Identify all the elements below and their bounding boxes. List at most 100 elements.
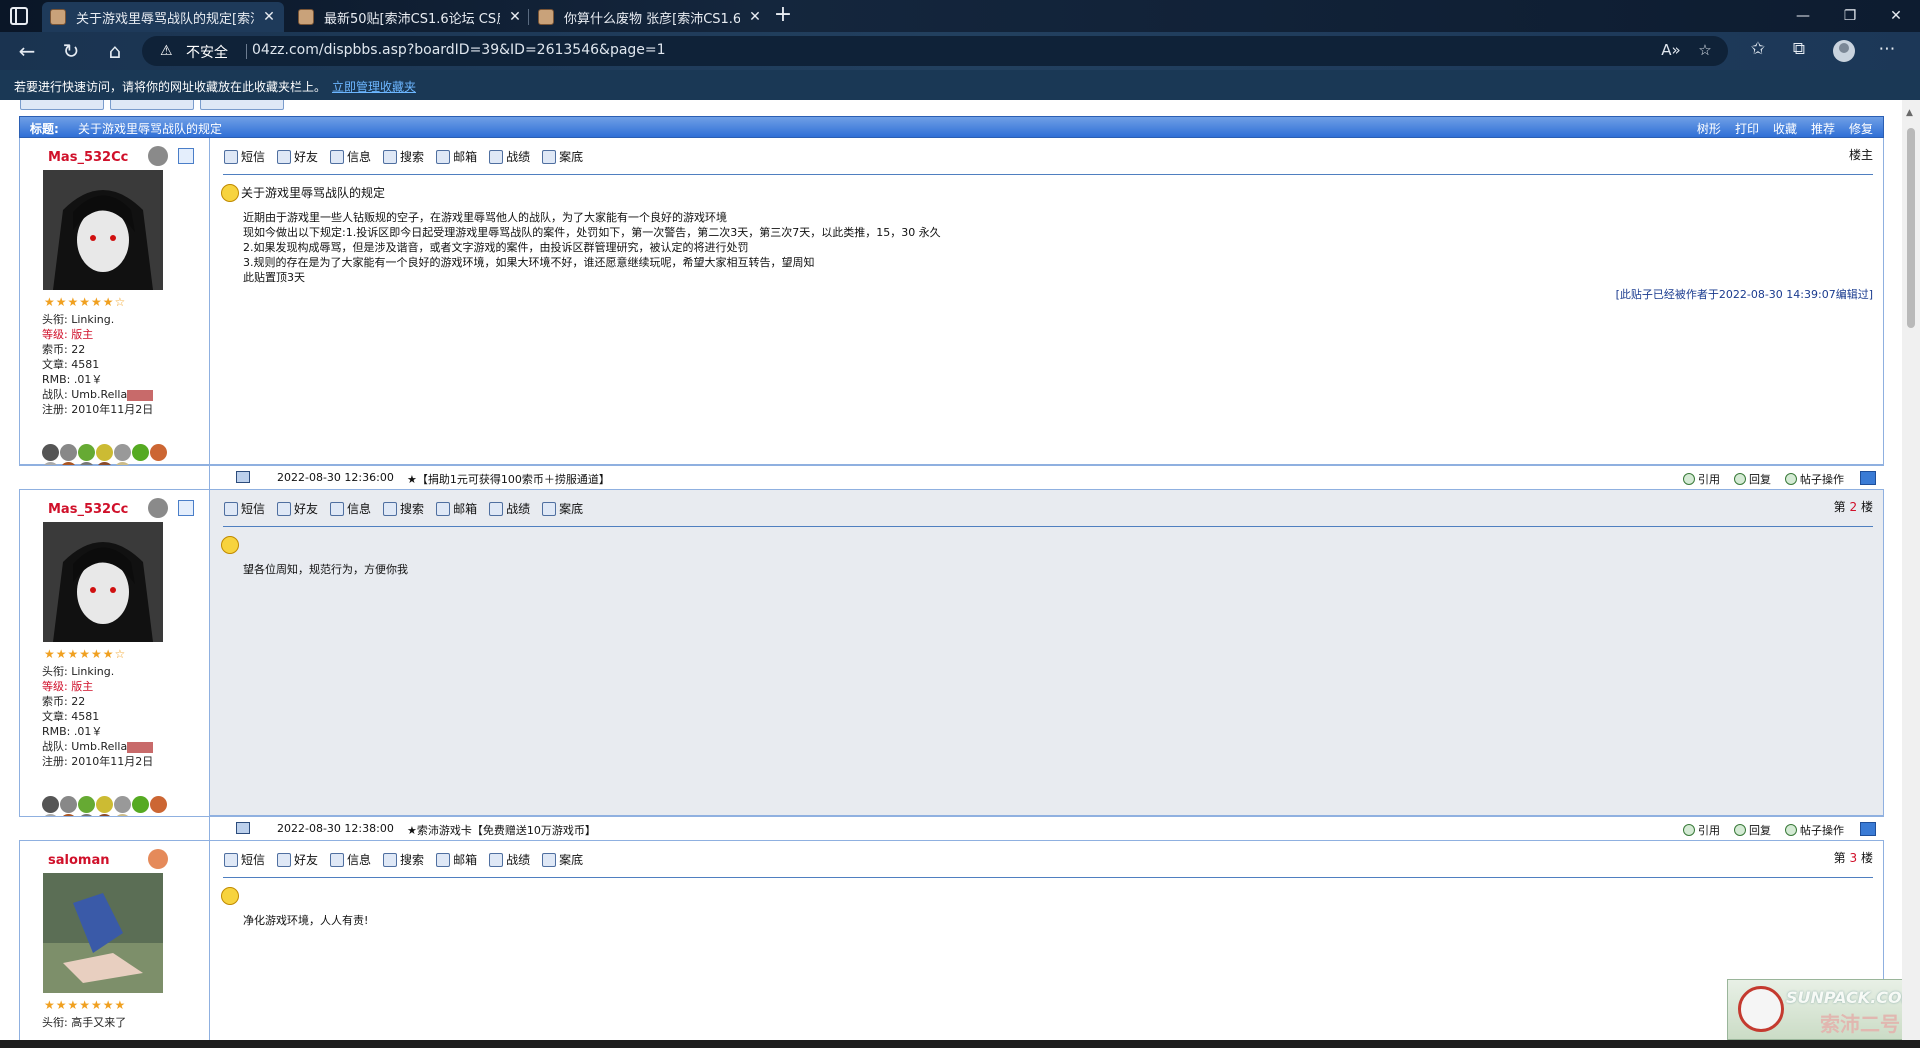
quote-icon: [1683, 824, 1695, 836]
avatar[interactable]: [43, 170, 163, 290]
record-action[interactable]: 案底: [542, 148, 583, 165]
tab-1[interactable]: 关于游戏里辱骂战队的规定[索沛 ✕: [42, 2, 284, 32]
user-team-label: 战队:: [42, 388, 68, 401]
address-bar[interactable]: ⚠ 不安全 04zz.com/dispbbs.asp?boardID=39&ID…: [142, 36, 1728, 66]
stats-action[interactable]: 战绩: [489, 148, 530, 165]
username-link[interactable]: Mas_532Cc: [48, 150, 128, 165]
user-post-count: 4581: [71, 358, 100, 371]
friend-action[interactable]: 好友: [277, 148, 318, 165]
medal-icon: [78, 444, 95, 461]
post-manage-button[interactable]: 帖子操作: [1785, 471, 1844, 487]
user-title: 高手又来了: [71, 1016, 127, 1029]
mail-action[interactable]: 邮箱: [436, 851, 477, 868]
new-poll-button[interactable]: [110, 100, 194, 110]
stats-icon: [489, 501, 504, 516]
new-tab-button[interactable]: +: [770, 3, 796, 29]
medal-icon: [114, 796, 131, 813]
close-tab-icon[interactable]: ✕: [508, 9, 522, 25]
user-rmb: .01￥: [73, 373, 103, 386]
stats-icon: [489, 149, 504, 164]
record-action[interactable]: 案底: [542, 500, 583, 517]
back-icon[interactable]: ←: [12, 37, 42, 65]
quote-button[interactable]: 引用: [1683, 822, 1720, 838]
scroll-up-icon[interactable]: ▲: [1906, 108, 1913, 118]
tab-actions-icon[interactable]: [10, 7, 28, 25]
info-action[interactable]: 信息: [330, 148, 371, 165]
topic-label: 标题:: [30, 122, 59, 136]
user-profile-icon[interactable]: [178, 500, 194, 516]
username-link[interactable]: saloman: [48, 853, 109, 868]
avatar[interactable]: [43, 873, 163, 993]
post-body: 净化游戏环境，人人有责!: [243, 914, 369, 927]
collections-icon[interactable]: ⧉: [1787, 39, 1811, 63]
search-action[interactable]: 搜索: [383, 500, 424, 517]
post-manage-button[interactable]: 帖子操作: [1785, 822, 1844, 838]
info-action[interactable]: 信息: [330, 851, 371, 868]
user-team[interactable]: Umb.Rella: [71, 740, 127, 753]
manage-icon: [1785, 824, 1797, 836]
reply-topic-button[interactable]: [200, 100, 284, 110]
new-topic-button[interactable]: [20, 100, 104, 110]
tree-view-link[interactable]: 树形: [1697, 120, 1721, 137]
read-aloud-icon[interactable]: A»: [1660, 41, 1682, 61]
close-tab-icon[interactable]: ✕: [262, 9, 276, 25]
friend-action[interactable]: 好友: [277, 851, 318, 868]
watermark-text: SUNPACK.COM: [1786, 988, 1918, 1007]
repair-link[interactable]: 修复: [1849, 120, 1873, 137]
message-action[interactable]: 短信: [224, 500, 265, 517]
tab-2[interactable]: 最新50贴[索沛CS1.6论坛 CS反作 ✕: [290, 2, 530, 32]
message-action[interactable]: 短信: [224, 148, 265, 165]
close-tab-icon[interactable]: ✕: [748, 9, 762, 25]
message-action[interactable]: 短信: [224, 851, 265, 868]
tab-3[interactable]: 你算什么废物 张彦[索沛CS1.6论 ✕: [530, 2, 770, 32]
restore-button[interactable]: ❐: [1827, 0, 1873, 32]
team-flag-icon: [127, 741, 154, 753]
home-icon[interactable]: ⌂: [100, 37, 130, 65]
info-action[interactable]: 信息: [330, 500, 371, 517]
avatar[interactable]: [43, 522, 163, 642]
url-text[interactable]: 04zz.com/dispbbs.asp?boardID=39&ID=26135…: [252, 42, 666, 58]
mail-action[interactable]: 邮箱: [436, 500, 477, 517]
refresh-icon[interactable]: ↻: [56, 37, 86, 65]
divider: [223, 174, 1873, 175]
profile-avatar[interactable]: [1833, 40, 1855, 62]
favorite-link[interactable]: 收藏: [1773, 120, 1797, 137]
user-title: Linking.: [71, 313, 115, 326]
stats-action[interactable]: 战绩: [489, 851, 530, 868]
more-options-icon[interactable]: ⋯: [1875, 39, 1899, 63]
user-rank-stars: ★★★★★★☆: [44, 647, 127, 661]
warning-icon[interactable]: ⚠: [160, 43, 173, 59]
mail-action[interactable]: 邮箱: [436, 148, 477, 165]
minimize-button[interactable]: —: [1780, 0, 1826, 32]
reply-button[interactable]: 回复: [1734, 822, 1771, 838]
scrollbar-thumb[interactable]: [1907, 128, 1915, 328]
manage-favorites-link[interactable]: 立即管理收藏夹: [332, 78, 416, 95]
add-favorite-icon[interactable]: ☆: [1694, 41, 1716, 61]
vertical-scrollbar[interactable]: ▲: [1902, 100, 1920, 1040]
record-action[interactable]: 案底: [542, 851, 583, 868]
ad-link[interactable]: ★【捐助1元可获得100索币＋捞服通道】: [407, 471, 610, 487]
mail-icon: [436, 852, 451, 867]
security-label[interactable]: 不安全: [186, 42, 228, 62]
user-panel: Mas_532Cc ★★★★★★☆ 头衔: Linking. 等级: 版主 索币…: [20, 138, 210, 479]
user-profile-icon[interactable]: [178, 148, 194, 164]
search-action[interactable]: 搜索: [383, 851, 424, 868]
favorites-icon[interactable]: ✩: [1746, 39, 1770, 63]
close-window-button[interactable]: ✕: [1873, 0, 1919, 32]
scroll-top-icon[interactable]: [1860, 471, 1876, 485]
quote-button[interactable]: 引用: [1683, 471, 1720, 487]
record-icon: [542, 149, 557, 164]
user-panel: saloman ★★★★★★★ 头衔: 高手又来了: [20, 841, 210, 1040]
recommend-link[interactable]: 推荐: [1811, 120, 1835, 137]
print-link[interactable]: 打印: [1735, 120, 1759, 137]
stats-action[interactable]: 战绩: [489, 500, 530, 517]
post-3: saloman ★★★★★★★ 头衔: 高手又来了 短信 好友 信息 搜索 邮箱…: [19, 841, 1884, 1040]
user-team[interactable]: Umb.Rella: [71, 388, 127, 401]
scroll-top-icon[interactable]: [1860, 822, 1876, 836]
ad-link[interactable]: ★索沛游戏卡【免费赠送10万游戏币】: [407, 822, 596, 838]
username-link[interactable]: Mas_532Cc: [48, 502, 128, 517]
friend-icon: [277, 149, 292, 164]
search-action[interactable]: 搜索: [383, 148, 424, 165]
friend-action[interactable]: 好友: [277, 500, 318, 517]
reply-button[interactable]: 回复: [1734, 471, 1771, 487]
